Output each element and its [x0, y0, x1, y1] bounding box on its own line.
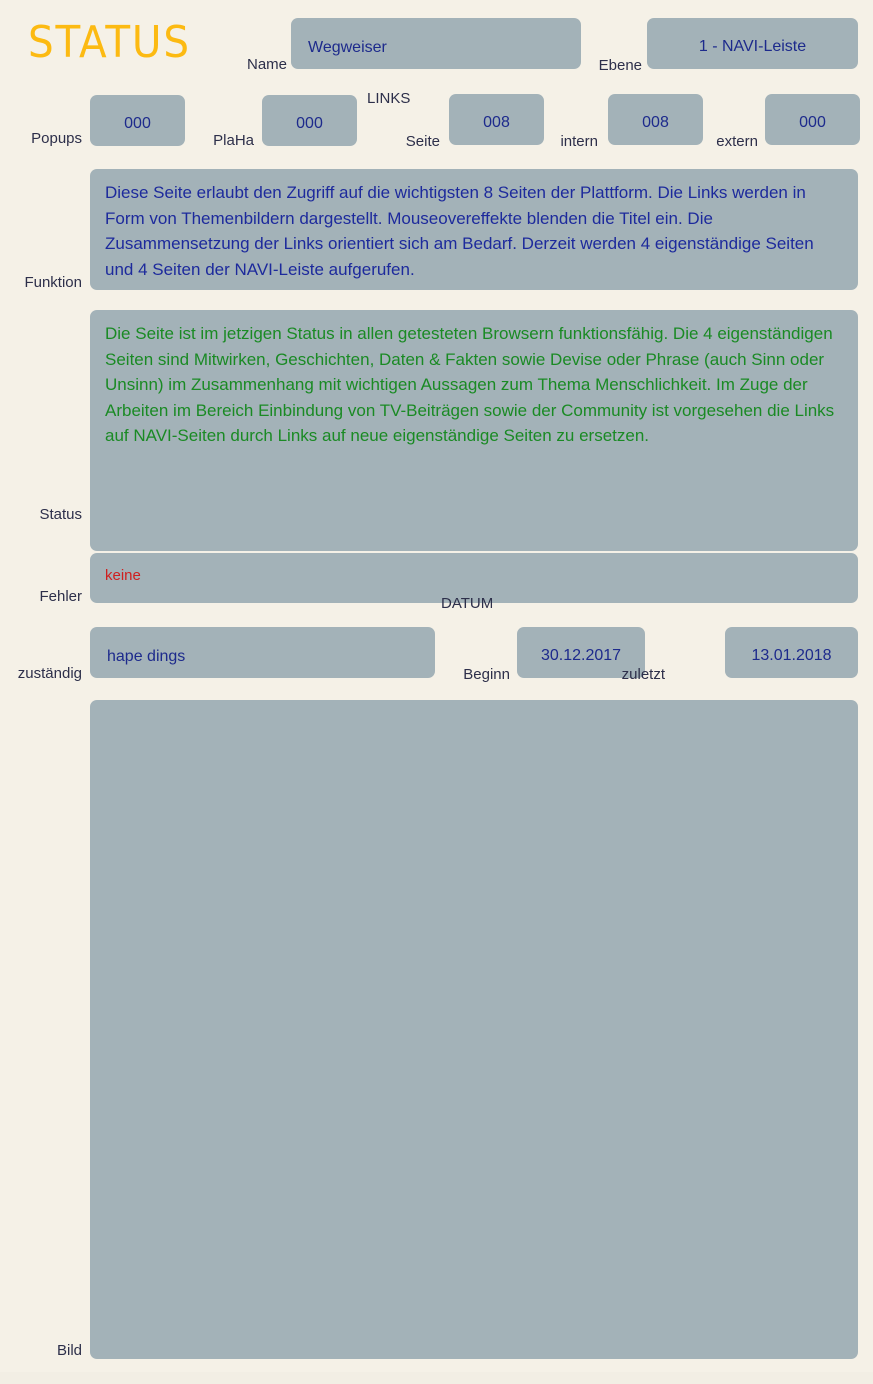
funktion-value: Diese Seite erlaubt den Zugriff auf die … [105, 183, 814, 279]
fehler-label: Fehler [39, 588, 82, 605]
plaha-value: 000 [296, 115, 323, 132]
intern-value: 008 [642, 114, 669, 131]
status-label: Status [39, 506, 82, 523]
intern-label: intern [560, 133, 598, 150]
status-field[interactable]: Die Seite ist im jetzigen Status in alle… [90, 310, 858, 551]
bild-field[interactable] [90, 700, 858, 1359]
funktion-label: Funktion [24, 274, 82, 291]
beginn-value: 30.12.2017 [540, 647, 622, 664]
popups-label: Popups [31, 130, 82, 147]
plaha-label: PlaHa [213, 132, 254, 149]
zuletzt-label: zuletzt [621, 666, 665, 683]
ebene-value: 1 - NAVI-Leiste [698, 38, 807, 55]
name-value: Wegweiser [308, 39, 387, 56]
ebene-field[interactable]: 1 - NAVI-Leiste [647, 18, 858, 69]
ebene-label: Ebene [598, 57, 642, 74]
zustaendig-label: zuständig [17, 665, 82, 682]
zuletzt-field[interactable]: 13.01.2018 [725, 627, 858, 678]
page-footer-strip [0, 1372, 873, 1384]
status-sheet: STATUS Name Wegweiser Ebene 1 - NAVI-Lei… [0, 0, 873, 1372]
zustaendig-value: hape dings [107, 648, 186, 665]
name-label: Name [246, 56, 287, 73]
status-value: Die Seite ist im jetzigen Status in alle… [105, 324, 835, 445]
zuletzt-value: 13.01.2018 [751, 647, 832, 664]
seite-label: Seite [405, 133, 440, 150]
extern-field[interactable]: 000 [765, 94, 860, 145]
funktion-field[interactable]: Diese Seite erlaubt den Zugriff auf die … [90, 169, 858, 290]
popups-value: 000 [124, 115, 151, 132]
zustaendig-field[interactable]: hape dings [90, 627, 435, 678]
fehler-value: keine [105, 567, 141, 584]
datum-group-label: DATUM [441, 595, 494, 612]
bild-label: Bild [56, 1342, 82, 1359]
beginn-label: Beginn [463, 666, 510, 683]
extern-value: 000 [799, 114, 826, 131]
seite-value: 008 [483, 114, 510, 131]
extern-label: extern [716, 133, 758, 150]
